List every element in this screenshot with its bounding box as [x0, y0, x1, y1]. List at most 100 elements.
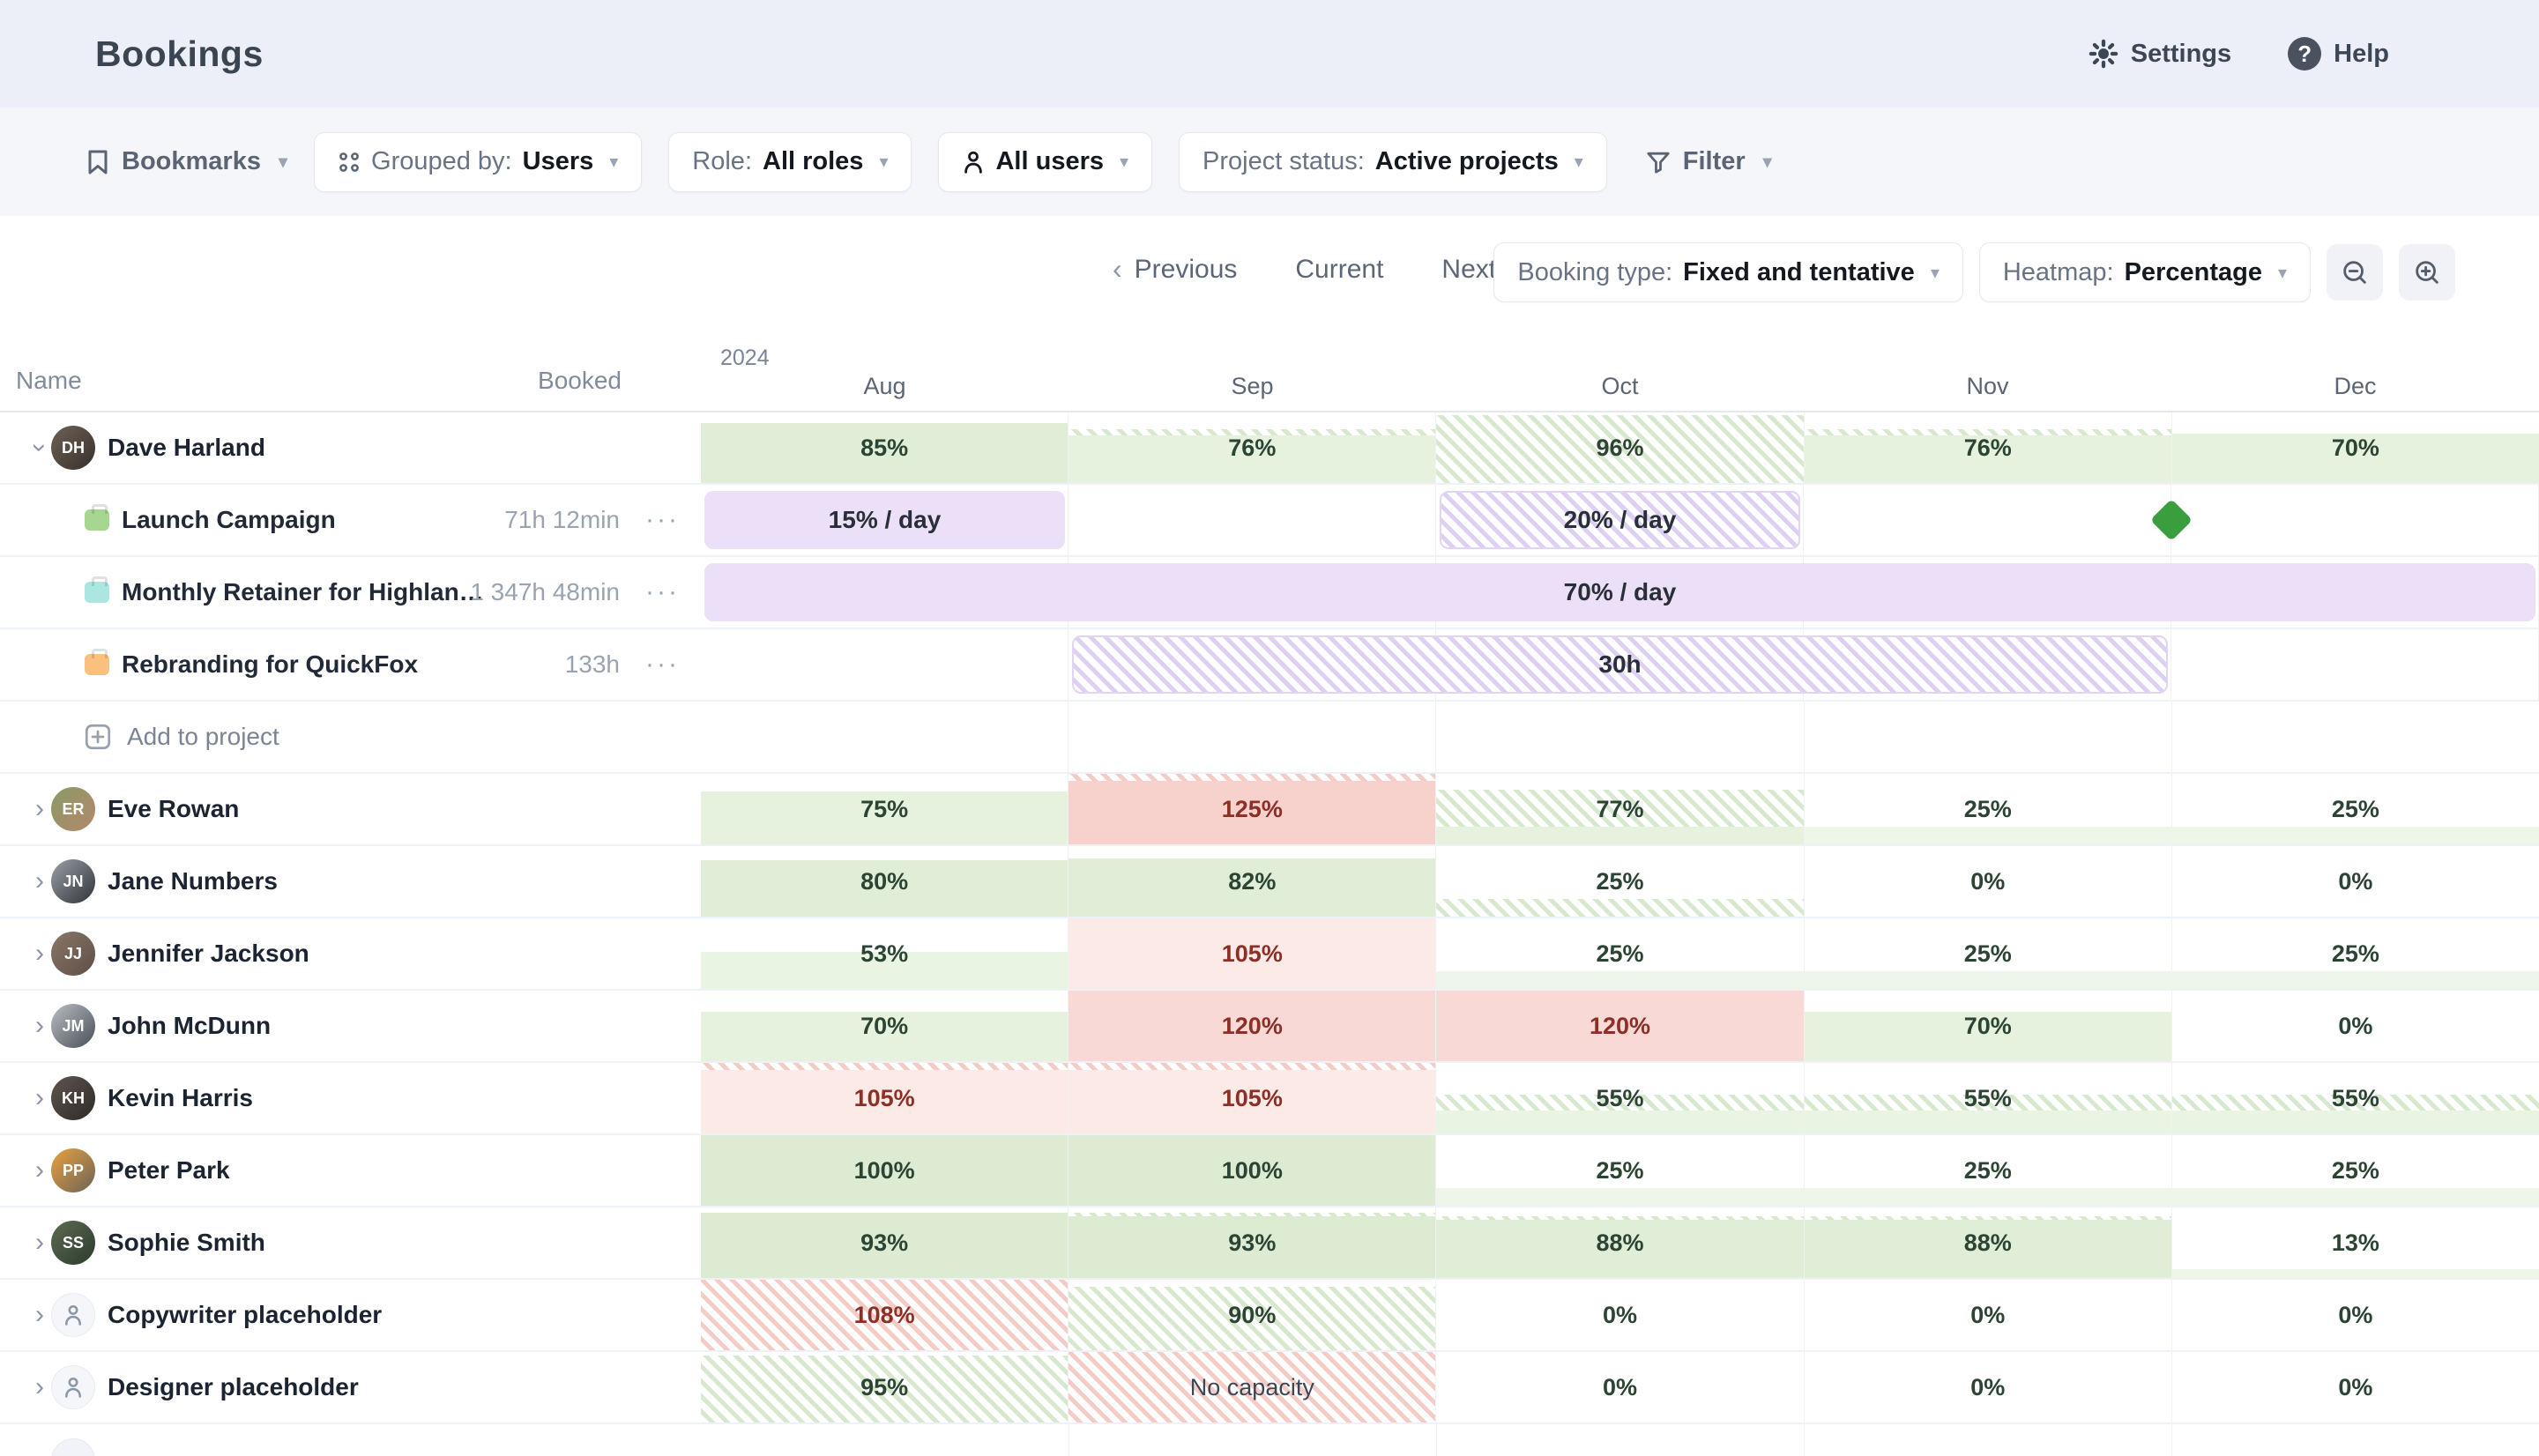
expand-chevron-icon[interactable]: ›	[25, 794, 55, 824]
timeline-cell[interactable]	[2171, 485, 2539, 555]
add-to-project-button[interactable]: Add to project	[85, 723, 279, 751]
avatar	[51, 1438, 95, 1456]
heatmap-cell-nov[interactable]: 70%	[1805, 991, 2172, 1061]
heatmap-cell-oct[interactable]: 88%	[1436, 1207, 1804, 1278]
heatmap-cell-dec[interactable]: 0%	[2172, 846, 2539, 917]
heatmap-cell-nov[interactable]: 25%	[1805, 774, 2172, 844]
heatmap-cell-dec[interactable]: 55%	[2172, 1063, 2539, 1133]
heatmap-value: 90%	[1068, 1280, 1435, 1350]
avatar: JN	[51, 859, 95, 903]
heatmap-cell-sep[interactable]: 82%	[1068, 846, 1436, 917]
heatmap-cell-aug[interactable]: 108%	[701, 1280, 1068, 1350]
heatmap-cell-nov[interactable]: 55%	[1805, 1063, 2172, 1133]
expand-chevron-icon[interactable]: ›	[25, 1228, 55, 1258]
heatmap-cell-dec[interactable]: 0%	[2172, 991, 2539, 1061]
heatmap-cell-dec[interactable]: 0%	[2172, 1352, 2539, 1423]
timeline-cell[interactable]	[2172, 702, 2539, 772]
heatmap-cell-sep[interactable]: 93%	[1068, 1207, 1436, 1278]
timeline-cell[interactable]	[2171, 629, 2539, 700]
heatmap-cell-oct[interactable]: 77%	[1436, 774, 1804, 844]
grouped-by-dropdown[interactable]: Grouped by: Users ▾	[314, 132, 642, 192]
heatmap-cell-aug[interactable]: 70%	[701, 991, 1068, 1061]
heatmap-cell-sep[interactable]: 105%	[1068, 918, 1436, 989]
heatmap-cell-dec[interactable]: 70%	[2172, 412, 2539, 483]
more-options-button[interactable]: ···	[645, 650, 680, 680]
heatmap-cell-sep[interactable]: 100%	[1068, 1135, 1436, 1206]
expand-chevron-icon[interactable]: ›	[25, 1155, 55, 1185]
heatmap-cell-dec[interactable]: 25%	[2172, 774, 2539, 844]
expand-chevron-icon[interactable]: ›	[25, 1011, 55, 1041]
timeline-cell[interactable]	[701, 629, 1068, 700]
heatmap-cell-oct[interactable]: 25%	[1436, 846, 1804, 917]
heatmap-cell-nov[interactable]: 0%	[1805, 1280, 2172, 1350]
heatmap-cell-nov[interactable]: 25%	[1805, 918, 2172, 989]
role-dropdown[interactable]: Role: All roles ▾	[668, 132, 912, 192]
filter-dropdown[interactable]: Filter ▾	[1646, 147, 1772, 176]
timeline-cell[interactable]	[1805, 702, 2172, 772]
heatmap-cell-sep[interactable]: 105%	[1068, 1063, 1436, 1133]
collapse-chevron-icon[interactable]: ›	[25, 433, 55, 463]
heatmap-cell-nov[interactable]: 76%	[1805, 412, 2172, 483]
more-options-button[interactable]: ···	[645, 505, 680, 535]
previous-button[interactable]: ‹ Previous	[1113, 253, 1237, 286]
heatmap-cell-aug[interactable]: 93%	[701, 1207, 1068, 1278]
heatmap-cell-sep[interactable]: No capacity	[1068, 1352, 1436, 1423]
heatmap-cell-nov[interactable]: 25%	[1805, 1135, 2172, 1206]
heatmap-cell-aug[interactable]: 80%	[701, 846, 1068, 917]
heatmap-value: 120%	[1068, 991, 1435, 1061]
timeline-cell[interactable]	[1068, 702, 1436, 772]
timeline-cell[interactable]	[1068, 485, 1436, 555]
heatmap-cell-nov[interactable]: 0%	[1805, 1352, 2172, 1423]
heatmap-cell-aug[interactable]: 95%	[701, 1352, 1068, 1423]
heatmap-cell-sep[interactable]: 125%	[1068, 774, 1436, 844]
heatmap-cell-oct[interactable]: 25%	[1436, 918, 1804, 989]
heatmap-cell-oct[interactable]: 0%	[1436, 1352, 1804, 1423]
heatmap-cell-oct[interactable]: 25%	[1436, 1135, 1804, 1206]
timeline-cell[interactable]	[701, 702, 1068, 772]
heatmap-cell-aug[interactable]: 105%	[701, 1063, 1068, 1133]
heatmap-cell-oct[interactable]: 96%	[1436, 412, 1804, 483]
expand-chevron-icon[interactable]: ›	[25, 1372, 55, 1402]
heatmap-dropdown[interactable]: Heatmap: Percentage ▾	[1979, 242, 2311, 302]
expand-chevron-icon[interactable]: ›	[25, 866, 55, 896]
chevron-down-icon: ▾	[1763, 151, 1772, 173]
user-row: ›Designer placeholder95%No capacity0%0%0…	[0, 1352, 2539, 1424]
month-header-dec: Dec	[2171, 373, 2539, 400]
heatmap-value: 120%	[1436, 991, 1803, 1061]
heatmap-cell-nov[interactable]: 88%	[1805, 1207, 2172, 1278]
settings-button[interactable]: Settings	[2089, 39, 2231, 69]
booking-bar[interactable]: 15% / day	[704, 491, 1065, 549]
zoom-out-button[interactable]	[2327, 244, 2383, 301]
heatmap-cell-dec[interactable]: 0%	[2172, 1280, 2539, 1350]
heatmap-cell-sep[interactable]: 76%	[1068, 412, 1436, 483]
heatmap-cell-dec[interactable]: 13%	[2172, 1207, 2539, 1278]
heatmap-cell-aug[interactable]: 100%	[701, 1135, 1068, 1206]
users-dropdown[interactable]: All users ▾	[938, 132, 1152, 192]
heatmap-cell-oct[interactable]: 55%	[1436, 1063, 1804, 1133]
expand-chevron-icon[interactable]: ›	[25, 1300, 55, 1330]
expand-chevron-icon[interactable]: ›	[25, 1083, 55, 1113]
tentative-booking-bar[interactable]: 30h	[1072, 635, 2168, 694]
timeline-cell[interactable]	[1804, 485, 2171, 555]
heatmap-cell-aug[interactable]: 75%	[701, 774, 1068, 844]
heatmap-cell-aug[interactable]: 85%	[701, 412, 1068, 483]
current-button[interactable]: Current	[1295, 255, 1383, 285]
bookmarks-dropdown[interactable]: Bookmarks ▾	[86, 147, 287, 176]
zoom-in-button[interactable]	[2399, 244, 2455, 301]
heatmap-cell-aug[interactable]: 53%	[701, 918, 1068, 989]
more-options-button[interactable]: ···	[645, 577, 680, 607]
booking-type-dropdown[interactable]: Booking type: Fixed and tentative ▾	[1493, 242, 1962, 302]
heatmap-cell-dec[interactable]: 25%	[2172, 918, 2539, 989]
expand-chevron-icon[interactable]: ›	[25, 939, 55, 969]
heatmap-cell-sep[interactable]: 90%	[1068, 1280, 1436, 1350]
project-status-dropdown[interactable]: Project status: Active projects ▾	[1179, 132, 1607, 192]
tentative-booking-bar[interactable]: 20% / day	[1440, 491, 1800, 549]
heatmap-cell-oct[interactable]: 120%	[1436, 991, 1804, 1061]
heatmap-cell-nov[interactable]: 0%	[1805, 846, 2172, 917]
heatmap-cell-oct[interactable]: 0%	[1436, 1280, 1804, 1350]
heatmap-cell-sep[interactable]: 120%	[1068, 991, 1436, 1061]
heatmap-cell-dec[interactable]: 25%	[2172, 1135, 2539, 1206]
help-button[interactable]: ? Help	[2288, 37, 2389, 71]
booking-bar[interactable]: 70% / day	[704, 563, 2535, 621]
timeline-cell[interactable]	[1436, 702, 1804, 772]
